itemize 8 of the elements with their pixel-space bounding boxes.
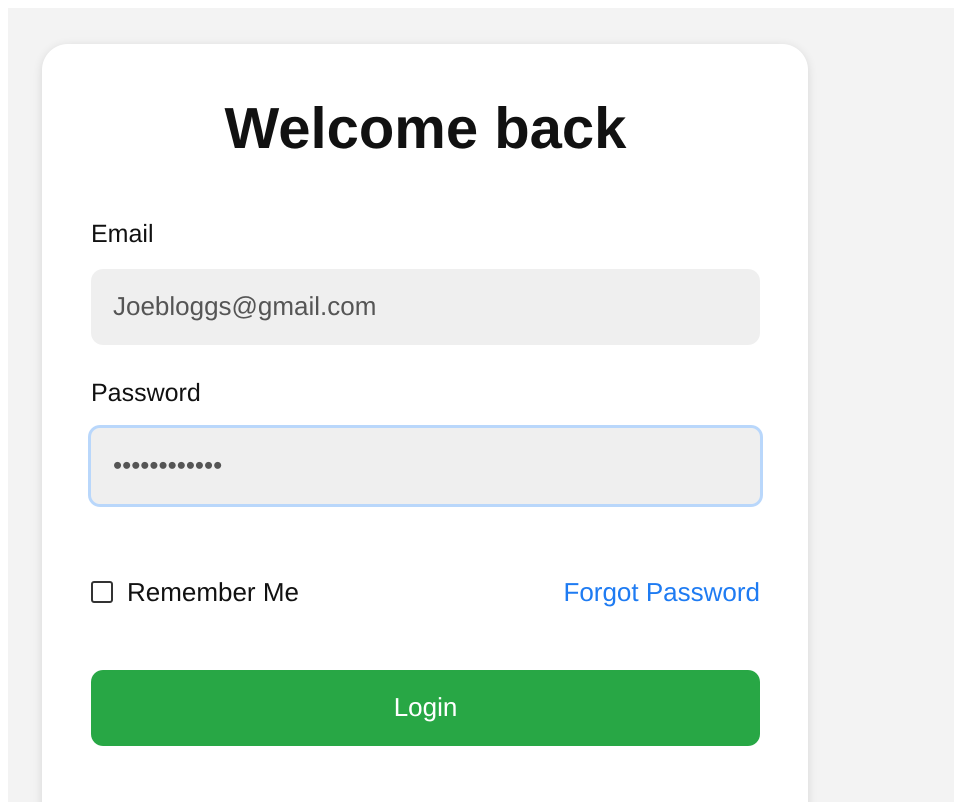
- welcome-title: Welcome back: [224, 95, 628, 163]
- field-label: Email: [91, 220, 155, 249]
- input-field[interactable]: ••••••••••••: [88, 424, 763, 507]
- field-label: Password: [91, 378, 202, 408]
- input-field[interactable]: Joebloggs@gmail.com: [91, 268, 760, 345]
- remember-checkbox[interactable]: [91, 581, 113, 604]
- forgot-password-link[interactable]: Forgot Password: [563, 576, 760, 608]
- remember-label: Remember Me: [127, 576, 299, 608]
